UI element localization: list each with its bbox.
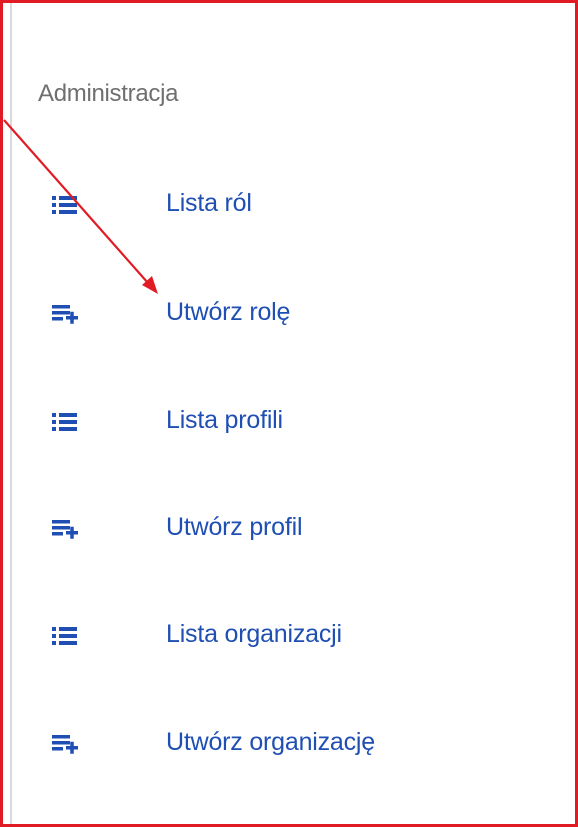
panel-left-border <box>10 3 12 824</box>
playlist-add-icon <box>44 517 84 541</box>
list-icon <box>44 624 84 648</box>
section-title: Administracja <box>38 80 179 107</box>
playlist-add-icon <box>44 732 84 756</box>
menu-item-label: Lista profili <box>166 406 283 434</box>
menu-item-label: Lista organizacji <box>166 620 342 648</box>
menu-item-label: Utwórz profil <box>166 513 303 541</box>
menu-item-roles-list[interactable]: Lista ról <box>30 165 550 245</box>
list-icon <box>44 410 84 434</box>
menu-item-label: Lista ról <box>166 189 252 217</box>
menu-item-label: Utwórz rolę <box>166 298 291 326</box>
menu-item-create-role[interactable]: Utwórz rolę <box>30 274 550 354</box>
menu-item-organizations-list[interactable]: Lista organizacji <box>30 596 550 676</box>
playlist-add-icon <box>44 302 84 326</box>
list-icon <box>44 193 84 217</box>
menu-item-label: Utwórz organizację <box>166 728 375 756</box>
menu-item-create-profile[interactable]: Utwórz profil <box>30 489 550 569</box>
menu-item-create-organization[interactable]: Utwórz organizację <box>30 704 550 784</box>
menu-item-profiles-list[interactable]: Lista profili <box>30 382 550 462</box>
